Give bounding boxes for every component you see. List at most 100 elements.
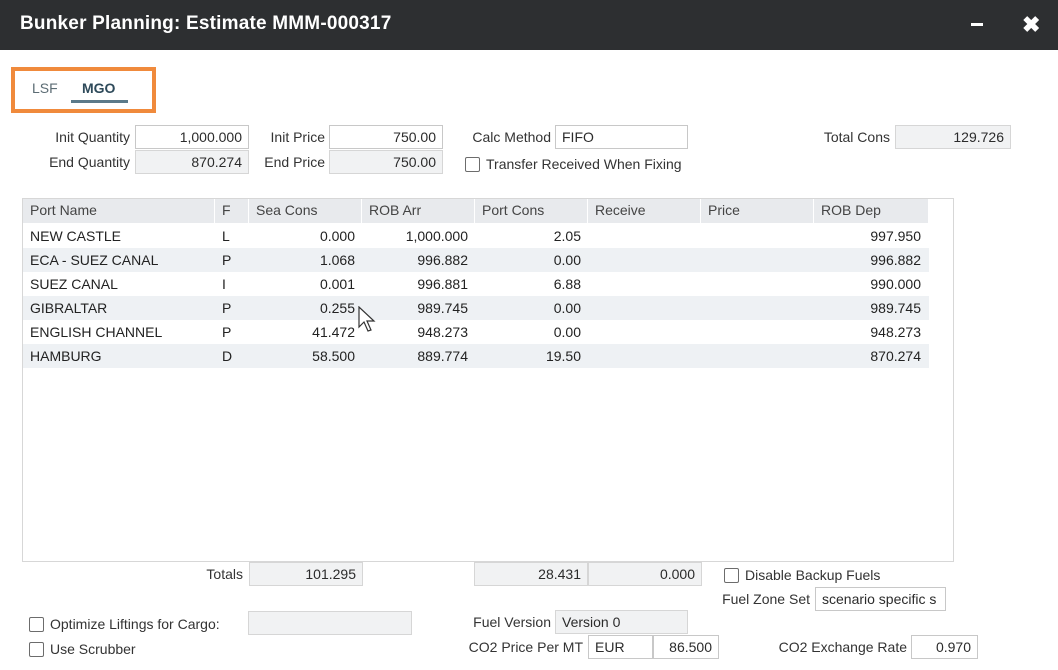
calc-method-label: Calc Method	[472, 129, 551, 145]
col-f[interactable]: F	[215, 199, 249, 223]
cell-rob-dep: 948.273	[870, 324, 921, 340]
co2-exchange-rate-label: CO2 Exchange Rate	[778, 639, 907, 655]
close-icon[interactable]: ✖	[1022, 12, 1040, 38]
cell-receive	[588, 296, 694, 320]
optimize-liftings-checkbox[interactable]	[29, 617, 44, 632]
cell-rob-arr: 1,000.000	[405, 228, 468, 244]
cell-price	[701, 344, 807, 368]
cell-receive	[588, 320, 694, 344]
optimize-liftings-field	[248, 611, 412, 635]
totals-sea-cons: 101.295	[249, 562, 363, 586]
calc-method-field[interactable]: FIFO	[555, 125, 688, 149]
table-row[interactable]: NEW CASTLE L 0.000 1,000.000 2.05 997.95…	[23, 224, 929, 248]
cell-port-cons: 0.00	[553, 300, 581, 316]
cell-sea-cons: 0.255	[319, 300, 355, 316]
transfer-received-label: Transfer Received When Fixing	[486, 156, 682, 172]
cell-receive	[588, 248, 694, 272]
cell-port-name: SUEZ CANAL	[30, 276, 118, 292]
cell-port-cons: 0.00	[553, 252, 581, 268]
window-titlebar: Bunker Planning: Estimate MMM-000317 ✖	[0, 0, 1058, 50]
cell-f: L	[222, 228, 230, 244]
table-row[interactable]: SUEZ CANAL I 0.001 996.881 6.88 990.000	[23, 272, 929, 296]
cell-price	[701, 296, 807, 320]
fuel-zone-set-field[interactable]: scenario specific s	[815, 587, 946, 611]
col-price[interactable]: Price	[701, 199, 814, 223]
col-port-name[interactable]: Port Name	[23, 199, 215, 223]
totals-label: Totals	[206, 566, 243, 582]
total-cons-field: 129.726	[895, 125, 1011, 149]
optimize-liftings-label: Optimize Liftings for Cargo:	[50, 616, 220, 632]
cell-f: D	[222, 348, 233, 364]
total-cons-label: Total Cons	[823, 129, 890, 145]
cell-sea-cons: 0.001	[319, 276, 355, 292]
cell-rob-arr: 996.882	[417, 252, 468, 268]
co2-exchange-rate-field[interactable]: 0.970	[911, 635, 978, 659]
disable-backup-fuels-label: Disable Backup Fuels	[745, 567, 881, 583]
cell-price	[701, 248, 807, 272]
cell-port-name: ECA - SUEZ CANAL	[30, 252, 159, 268]
totals-receive: 0.000	[588, 562, 702, 586]
cell-port-name: GIBRALTAR	[30, 300, 108, 316]
end-price-field: 750.00	[329, 150, 443, 174]
cell-port-name: ENGLISH CHANNEL	[30, 324, 163, 340]
cell-port-name: NEW CASTLE	[30, 228, 122, 244]
cell-port-cons: 6.88	[553, 276, 581, 292]
col-rob-arr[interactable]: ROB Arr	[362, 199, 475, 223]
table-row[interactable]: GIBRALTAR P 0.255 989.745 0.00 989.745	[23, 296, 929, 320]
end-quantity-field: 870.274	[135, 150, 249, 174]
ports-grid: Port Name F Sea Cons ROB Arr Port Cons R…	[22, 198, 954, 562]
fuel-version-field[interactable]: Version 0	[555, 610, 688, 634]
cell-rob-dep: 997.950	[870, 228, 921, 244]
init-price-label: Init Price	[270, 129, 325, 145]
cell-f: P	[222, 324, 232, 340]
co2-price-label: CO2 Price Per MT	[468, 639, 583, 655]
mouse-pointer-icon	[358, 306, 376, 332]
col-receive[interactable]: Receive	[588, 199, 701, 223]
cell-receive	[588, 224, 694, 248]
fuel-version-label: Fuel Version	[473, 614, 551, 630]
table-row[interactable]: ECA - SUEZ CANAL P 1.068 996.882 0.00 99…	[23, 248, 929, 272]
end-price-label: End Price	[264, 154, 325, 170]
cell-sea-cons: 58.500	[312, 348, 355, 364]
cell-rob-arr: 996.881	[417, 276, 468, 292]
cell-sea-cons: 1.068	[319, 252, 355, 268]
cell-sea-cons: 41.472	[312, 324, 355, 340]
cell-receive	[588, 344, 694, 368]
col-port-cons[interactable]: Port Cons	[475, 199, 588, 223]
table-row[interactable]: ENGLISH CHANNEL P 41.472 948.273 0.00 94…	[23, 320, 929, 344]
transfer-received-checkbox[interactable]	[465, 157, 480, 172]
init-quantity-label: Init Quantity	[55, 129, 130, 145]
cell-rob-dep: 990.000	[870, 276, 921, 292]
cell-rob-dep: 870.274	[870, 348, 921, 364]
minimize-icon[interactable]	[971, 23, 983, 26]
cell-sea-cons: 0.000	[319, 228, 355, 244]
init-quantity-field[interactable]: 1,000.000	[135, 125, 249, 149]
tab-lsf[interactable]: LSF	[32, 80, 58, 96]
col-sea-cons[interactable]: Sea Cons	[249, 199, 362, 223]
cell-price	[701, 224, 807, 248]
cell-price	[701, 320, 807, 344]
col-rob-dep[interactable]: ROB Dep	[814, 199, 929, 223]
cell-f: I	[222, 276, 226, 292]
use-scrubber-label: Use Scrubber	[50, 641, 136, 657]
fuel-zone-set-label: Fuel Zone Set	[722, 591, 810, 607]
cell-f: P	[222, 252, 232, 268]
cell-port-cons: 0.00	[553, 324, 581, 340]
totals-port-cons: 28.431	[474, 562, 588, 586]
cell-receive	[588, 272, 694, 296]
disable-backup-fuels-checkbox[interactable]	[724, 568, 739, 583]
co2-currency-field[interactable]: EUR	[588, 635, 653, 659]
tab-mgo[interactable]: MGO	[82, 80, 115, 96]
cell-rob-dep: 989.745	[870, 300, 921, 316]
use-scrubber-checkbox[interactable]	[29, 642, 44, 657]
cell-f: P	[222, 300, 232, 316]
cell-port-cons: 2.05	[553, 228, 581, 244]
grid-header: Port Name F Sea Cons ROB Arr Port Cons R…	[23, 199, 929, 223]
end-quantity-label: End Quantity	[49, 154, 130, 170]
table-row[interactable]: HAMBURG D 58.500 889.774 19.50 870.274	[23, 344, 929, 368]
window-title: Bunker Planning: Estimate MMM-000317	[20, 13, 392, 34]
cell-port-name: HAMBURG	[30, 348, 102, 364]
co2-price-field[interactable]: 86.500	[653, 635, 719, 659]
cell-rob-dep: 996.882	[870, 252, 921, 268]
init-price-field[interactable]: 750.00	[329, 125, 443, 149]
